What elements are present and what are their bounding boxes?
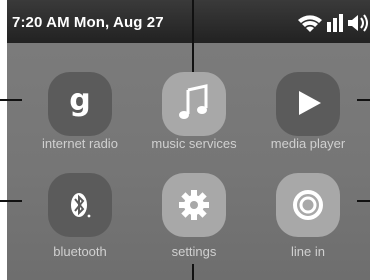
internet-radio-tile[interactable]: g <box>48 72 112 136</box>
settings-tile[interactable] <box>162 173 226 237</box>
callout-line-left-upper <box>0 99 22 101</box>
bluetooth-tile[interactable] <box>48 173 112 237</box>
svg-text:g: g <box>69 83 90 118</box>
bluetooth-icon <box>71 193 91 218</box>
callout-line-right-lower <box>357 200 370 202</box>
line-in-ring-icon <box>293 190 323 220</box>
music-note-icon <box>179 84 208 119</box>
internet-radio-g-icon: g <box>69 83 90 118</box>
internet-radio-label: internet radio <box>42 136 118 151</box>
callout-line-top <box>192 0 194 72</box>
clock-date: 7:20 AM Mon, Aug 27 <box>12 14 164 31</box>
status-icons <box>296 12 370 32</box>
play-icon <box>299 91 321 115</box>
settings-label: settings <box>171 244 217 259</box>
music-services-tile[interactable] <box>162 72 226 136</box>
line-in-label: line in <box>291 244 325 259</box>
callout-line-right-upper <box>357 99 370 101</box>
bluetooth-label: bluetooth <box>53 244 107 259</box>
home-screen: 7:20 AM Mon, Aug 27 g internet radio mus… <box>7 0 370 280</box>
callout-line-left-lower <box>0 200 22 202</box>
gear-icon <box>179 190 209 220</box>
speaker-volume-icon <box>348 14 368 32</box>
media-player-tile[interactable] <box>276 72 340 136</box>
callout-line-bottom <box>192 264 194 280</box>
music-services-label: music services <box>151 136 237 151</box>
wifi-icon <box>298 15 322 32</box>
status-bar: 7:20 AM Mon, Aug 27 <box>7 0 370 43</box>
media-player-label: media player <box>270 136 346 151</box>
line-in-tile[interactable] <box>276 173 340 237</box>
signal-bars-icon <box>327 14 343 32</box>
